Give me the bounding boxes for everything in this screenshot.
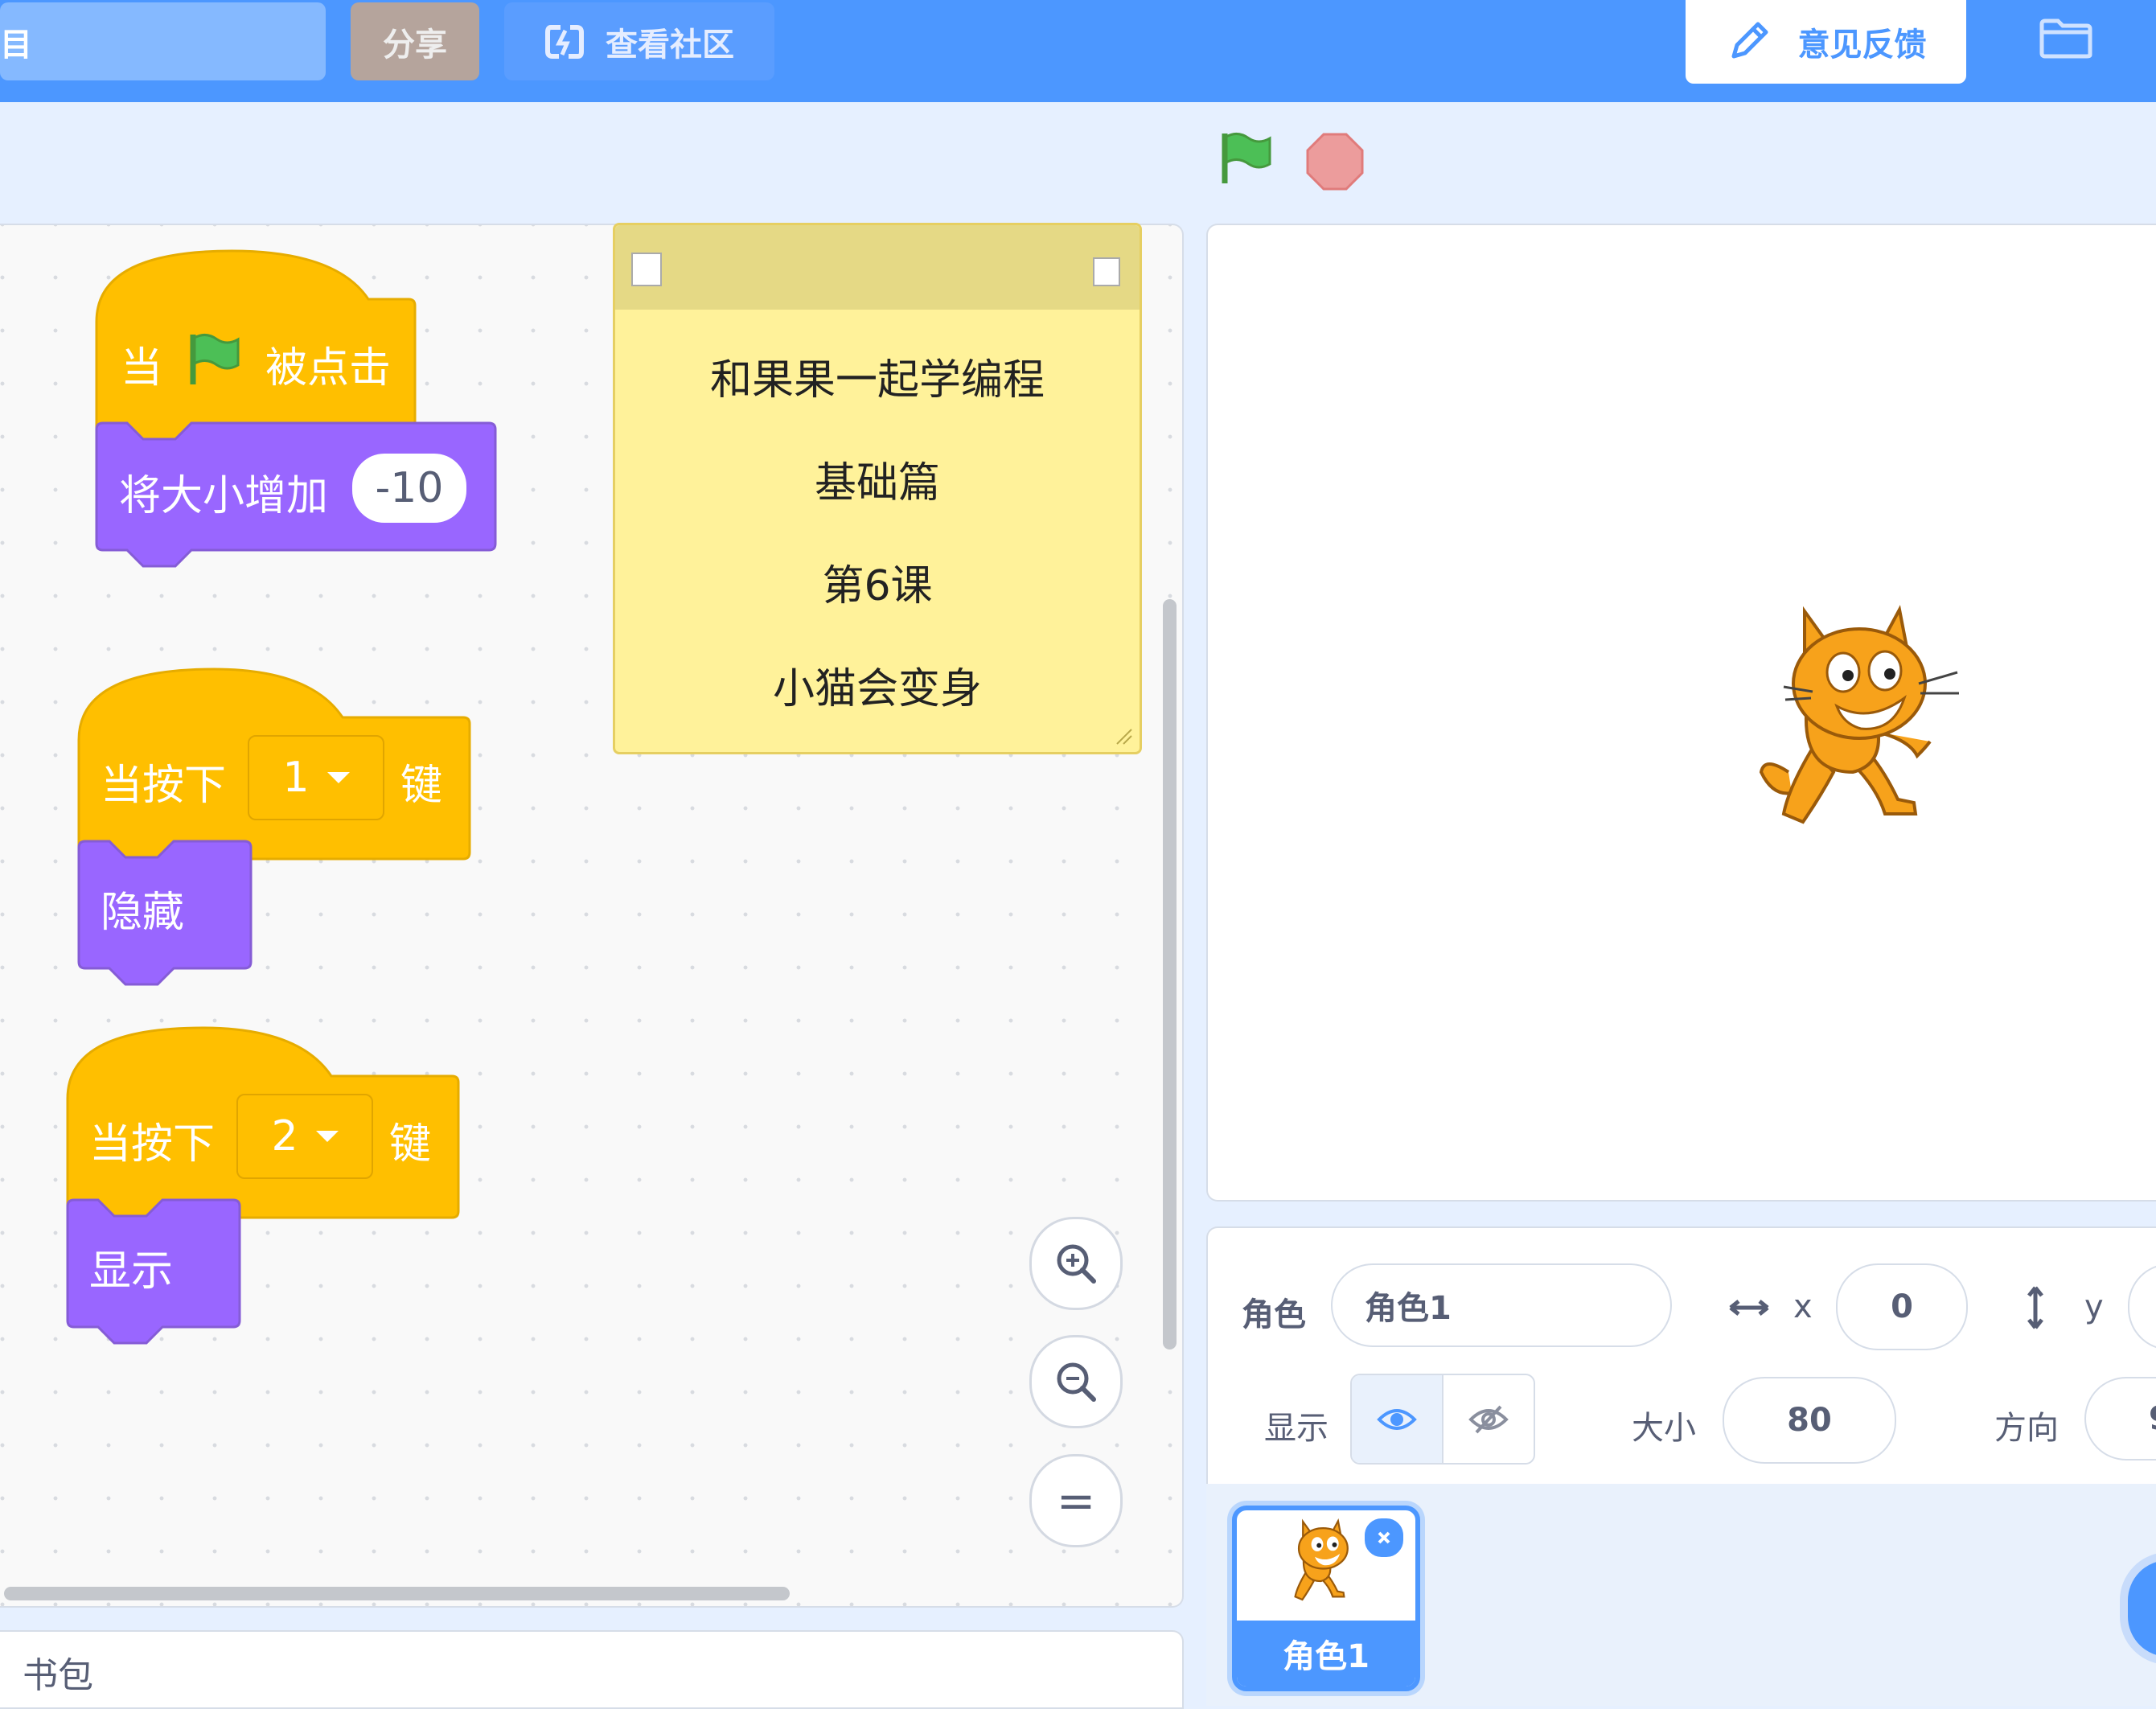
zoom-out-button[interactable] [1029,1335,1123,1428]
show-sprite-button[interactable] [1352,1375,1443,1463]
direction-input[interactable]: 9 [2084,1377,2156,1460]
sprite-name-label: 角色 [1242,1296,1306,1333]
note-line: 第6课 [822,562,933,610]
note-line: 小猫会变身 [772,665,982,713]
hide-sprite-button[interactable] [1443,1375,1534,1463]
x-input[interactable]: 0 [1836,1263,1968,1350]
delete-sprite-button[interactable] [1362,1516,1406,1559]
share-button[interactable]: 分享 [351,2,479,80]
size-value: 80 [1787,1402,1832,1439]
sprite-tile-name: 角色1 [1237,1621,1415,1686]
folder-icon[interactable] [2039,18,2093,60]
share-label: 分享 [383,26,447,64]
sprite-info-panel: 角色 角色1 x 0 y 显示 大小 80 方向 9 [1206,1226,2156,1487]
sprite-list: 角色1 [1206,1484,2156,1706]
feedback-button[interactable]: 意见反馈 [1686,0,1966,84]
comment-note[interactable]: 和果果一起学编程 基础篇 第6课 小猫会变身 [613,223,1142,754]
key-dropdown-value: 2 [271,1112,298,1161]
y-input[interactable] [2128,1263,2156,1350]
key-dropdown[interactable]: 1 [248,735,384,820]
sprite-name-input[interactable]: 角色1 [1331,1263,1672,1347]
code-vertical-scrollbar[interactable] [1163,599,1177,1350]
key-dropdown[interactable]: 2 [236,1094,373,1179]
note-line: 和果果一起学编程 [709,356,1045,405]
when-key-pressed-label: 当按下 [101,762,227,810]
dropdown-caret-icon [315,1131,339,1142]
show-label: 显示 [1264,1410,1329,1447]
resize-handle-icon[interactable] [1114,726,1133,746]
y-label: y [2084,1288,2104,1325]
zoom-out-icon [1057,1362,1096,1402]
see-community-button[interactable]: 查看社区 [504,2,774,80]
stop-icon[interactable] [1306,133,1364,191]
code-horizontal-scrollbar[interactable] [4,1587,790,1600]
y-arrow-icon [2027,1286,2043,1329]
show-label: 显示 [89,1247,174,1296]
zoom-in-icon [1057,1244,1096,1284]
size-input[interactable]: 80 [1723,1377,1896,1464]
size-value-input[interactable]: -10 [352,454,466,523]
menu-bar: 项目 分享 查看社区 意见反馈 [0,0,2156,102]
eye-icon [1377,1408,1417,1430]
x-value: 0 [1891,1288,1913,1325]
zoom-reset-button[interactable]: = [1029,1454,1123,1547]
direction-label: 方向 [1994,1410,2059,1447]
key-label: 键 [389,1120,432,1169]
when-label: 当 [121,344,163,392]
cat-sprite[interactable] [1756,603,1973,836]
eye-hidden-icon [1468,1405,1509,1433]
backpack-label: 书包 [23,1655,93,1696]
delete-icon[interactable] [1093,257,1120,286]
collapse-icon[interactable] [631,253,662,286]
sprite-name-value: 角色1 [1365,1290,1452,1327]
project-title-input[interactable]: 项目 [0,2,326,80]
backpack[interactable]: 书包 [0,1630,1184,1709]
note-line: 基础篇 [814,459,940,507]
cat-thumbnail [1294,1518,1349,1601]
community-icon [545,24,584,59]
x-arrow-icon [1729,1300,1769,1316]
key-dropdown-value: 1 [282,754,310,802]
dropdown-caret-icon [326,772,350,783]
visibility-toggle [1350,1374,1535,1465]
green-flag-icon [190,334,240,384]
size-label: 大小 [1632,1410,1696,1447]
project-title-text: 项目 [0,26,32,64]
hide-label: 隐藏 [101,889,185,937]
zoom-in-button[interactable] [1029,1217,1123,1310]
see-community-label: 查看社区 [606,26,734,64]
direction-value: 9 [2149,1400,2156,1437]
green-flag-icon[interactable] [1217,129,1275,187]
feedback-label: 意见反馈 [1797,27,1927,64]
key-label: 键 [400,762,443,810]
stage[interactable] [1206,224,2156,1202]
x-label: x [1793,1288,1813,1325]
clicked-label: 被点击 [265,344,392,392]
pencil-icon [1731,22,1768,59]
change-size-label: 将大小增加 [119,472,329,520]
close-icon [1378,1531,1390,1544]
comment-note-header[interactable] [615,225,1140,310]
when-key-pressed-label: 当按下 [89,1120,216,1169]
